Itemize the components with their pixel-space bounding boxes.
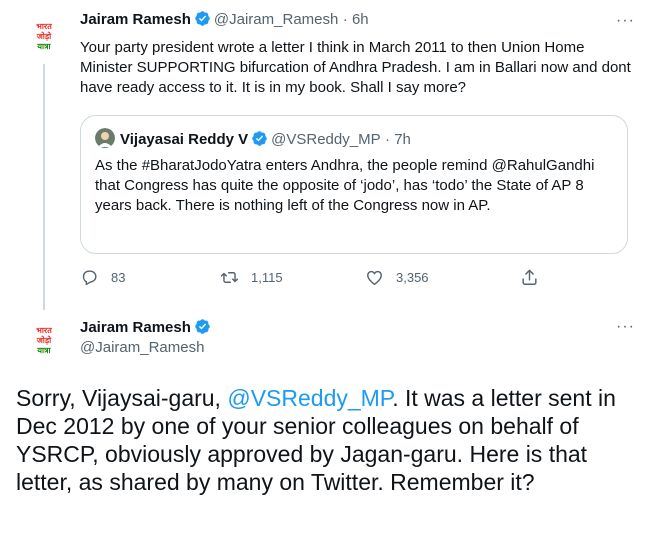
tweet-text: Your party president wrote a letter I th…: [80, 39, 631, 96]
quote-avatar: [95, 128, 115, 148]
reply-button[interactable]: 83: [80, 268, 125, 287]
like-button[interactable]: 3,356: [365, 268, 429, 287]
verified-badge-icon: [251, 130, 268, 147]
bharat-jodo-logo-icon: भारत जोड़ो यात्रा: [22, 318, 66, 362]
tweet-header: Jairam Ramesh @Jairam_Ramesh: [80, 318, 214, 356]
tweet-text: Sorry, Vijaysai-garu, @VSReddy_MP. It wa…: [16, 384, 636, 496]
logo-line-3: यात्रा: [36, 42, 51, 51]
heart-icon: [367, 270, 382, 286]
logo-line-1: भारत: [36, 326, 52, 335]
display-name[interactable]: Jairam Ramesh: [80, 11, 191, 28]
tweet-header: Jairam Ramesh @Jairam_Ramesh · 6h: [80, 10, 369, 29]
avatar[interactable]: भारत जोड़ो यात्रा: [22, 14, 66, 58]
user-handle[interactable]: @Jairam_Ramesh: [214, 11, 338, 28]
reply-count: 83: [111, 270, 126, 285]
quote-header: Vijayasai Reddy V @VSReddy_MP · 7h: [95, 128, 411, 149]
logo-line-2: जोड़ो: [36, 31, 52, 41]
retweet-icon: [220, 272, 239, 283]
tweet-action-bar: 83 1,115 3,356: [80, 268, 540, 290]
quote-display-name: Vijayasai Reddy V: [120, 131, 249, 148]
bharat-jodo-logo-icon: भारत जोड़ो यात्रा: [22, 14, 66, 58]
display-name[interactable]: Jairam Ramesh: [80, 319, 191, 336]
timestamp[interactable]: · 6h: [343, 11, 369, 28]
avatar[interactable]: भारत जोड़ो यात्रा: [22, 318, 66, 362]
more-options-icon[interactable]: ···: [616, 319, 635, 335]
thread-connector-line: [43, 64, 45, 310]
share-icon: [522, 269, 537, 285]
reply-icon: [82, 270, 97, 286]
logo-line-2: जोड़ो: [36, 335, 52, 345]
verified-badge-icon: [194, 318, 211, 335]
retweet-count: 1,115: [251, 270, 283, 285]
logo-line-1: भारत: [36, 22, 52, 31]
quote-handle: @VSReddy_MP: [271, 131, 381, 148]
logo-line-3: यात्रा: [36, 346, 51, 355]
retweet-button[interactable]: 1,115: [220, 268, 283, 287]
quoted-tweet[interactable]: Vijayasai Reddy V @VSReddy_MP · 7h As the…: [80, 115, 628, 254]
more-options-icon[interactable]: ···: [616, 13, 635, 29]
quote-text: As the #BharatJodoYatra enters Andhra, t…: [95, 157, 595, 214]
share-button[interactable]: [520, 268, 551, 287]
user-handle[interactable]: @Jairam_Ramesh: [80, 339, 214, 356]
quote-timestamp: · 7h: [385, 131, 411, 148]
mention-link[interactable]: @VSReddy_MP: [227, 385, 392, 411]
tweet-text-part: Sorry, Vijaysai-garu,: [16, 385, 228, 411]
verified-badge-icon: [194, 10, 211, 27]
like-count: 3,356: [396, 270, 429, 285]
